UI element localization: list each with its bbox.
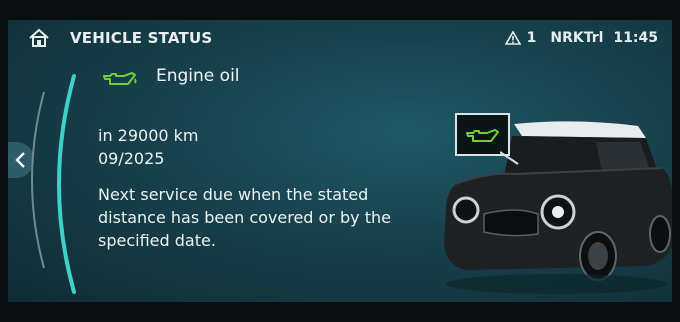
status-area: 1 NRKTrl 11:45 <box>504 30 658 46</box>
oil-can-icon <box>466 129 499 142</box>
scroll-indicator-arc[interactable] <box>44 74 78 294</box>
page-title: VEHICLE STATUS <box>70 29 213 47</box>
service-date: 09/2025 <box>98 149 165 168</box>
warning-triangle-icon[interactable] <box>504 31 521 45</box>
vehicle-status-screen: VEHICLE STATUS 1 NRKTrl 11:45 Engine oil… <box>8 20 672 302</box>
header-bar: VEHICLE STATUS 1 NRKTrl 11:45 <box>8 20 672 56</box>
home-icon[interactable] <box>28 28 50 48</box>
warning-count[interactable]: 1 <box>527 30 537 46</box>
service-item-label[interactable]: Engine oil <box>156 66 240 86</box>
service-distance: in 29000 km <box>98 126 199 145</box>
profile-name: NRKTrl <box>550 30 604 46</box>
clock: 11:45 <box>613 30 658 46</box>
oil-can-icon <box>103 72 137 85</box>
service-description: Next service due when the stated distanc… <box>98 185 391 250</box>
callout-pointer <box>500 151 519 165</box>
